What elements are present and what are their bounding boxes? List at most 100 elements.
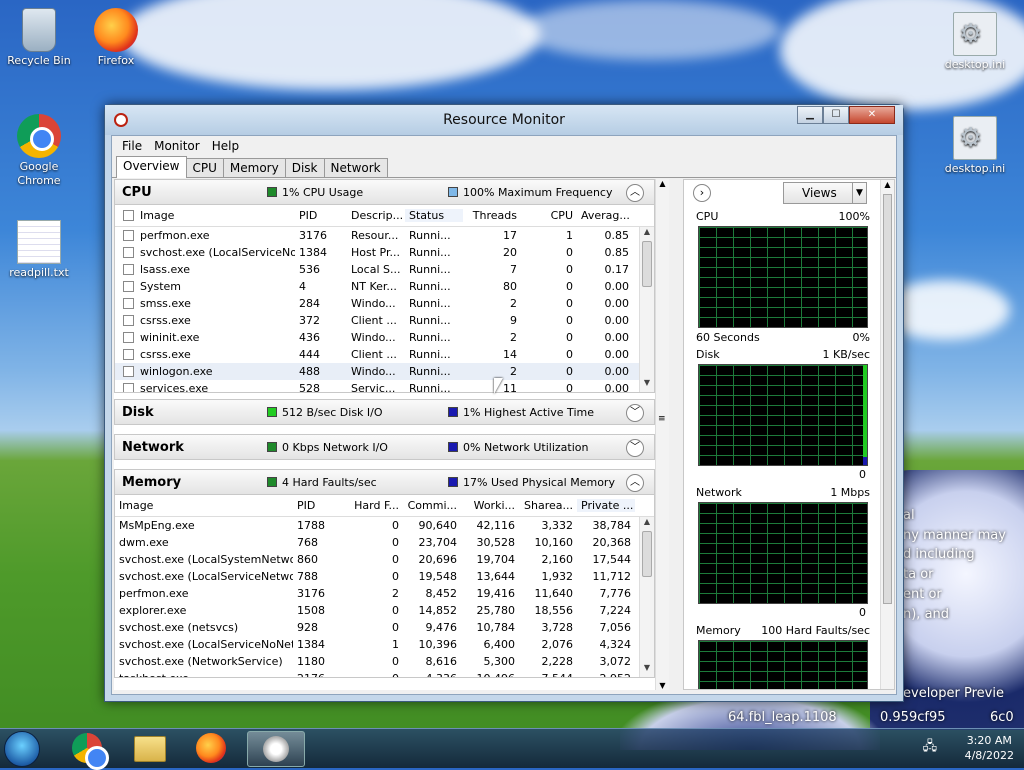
column-header-working[interactable]: Worki... [461,499,519,512]
menu-monitor[interactable]: Monitor [148,139,206,153]
table-cell: 3176 [299,229,327,242]
table-row[interactable]: perfmon.exe 3176 Resour... Runni... 17 1 0.85 [115,227,654,244]
expand-icon[interactable]: ﹀ [626,439,644,457]
graphs-scrollbar[interactable]: ▲ [880,180,894,689]
scroll-up-icon[interactable]: ▲ [656,179,669,188]
collapse-graphs-button[interactable]: › [693,184,711,202]
tab-cpu[interactable]: CPU [185,158,224,177]
row-checkbox[interactable] [123,247,134,258]
taskbar-firefox[interactable] [196,733,230,765]
table-row[interactable]: svchost.exe (LocalSystemNetwo... 860 0 20,6… [115,551,654,568]
scroll-down-icon[interactable]: ▼ [656,681,669,690]
desktop-icon-desktop-ini[interactable]: desktop.ini [937,12,1013,71]
desktop-icon-readpill[interactable]: readpill.txt [1,220,77,279]
row-checkbox[interactable] [123,332,134,343]
table-row[interactable]: svchost.exe (LocalServiceNetwo... 788 0 19,… [115,568,654,585]
row-checkbox[interactable] [123,281,134,292]
taskbar-chrome[interactable] [72,733,109,770]
column-header-average[interactable]: Averag... [577,209,633,222]
minimize-button[interactable]: ▁ [797,106,823,124]
table-row[interactable]: taskhost.exe217604,33610,4967,5442,952 [115,670,654,677]
table-row[interactable]: winlogon.exe 488 Windo... Runni... 2 0 0.00 [115,363,654,380]
scroll-down-icon[interactable]: ▼ [640,663,654,677]
tab-network[interactable]: Network [323,158,388,177]
tab-overview[interactable]: Overview [116,156,187,178]
select-all-checkbox[interactable] [123,210,134,221]
column-header-commit[interactable]: Commi... [403,499,461,512]
table-row[interactable]: lsass.exe 536 Local S... Runni... 7 0 0.17 [115,261,654,278]
menu-help[interactable]: Help [206,139,245,153]
table-row[interactable]: svchost.exe (netsvcs) 928 0 9,476 10,784 3,72… [115,619,654,636]
clock-time[interactable]: 3:20 AM [965,733,1014,748]
clock-date[interactable]: 4/8/2022 [965,748,1014,763]
row-checkbox[interactable] [123,230,134,241]
desktop-icon-recycle-bin[interactable]: Recycle Bin [1,8,77,67]
column-header-pid[interactable]: PID [293,499,347,512]
table-cell: 0 [392,604,399,617]
table-row[interactable]: MsMpEng.exe 1788 0 90,640 42,116 3,332 38,784 [115,517,654,534]
memory-table-scrollbar[interactable]: ▲ ▼ [639,517,654,677]
table-row[interactable]: svchost.exe (LocalServiceNo... 1384 Host P… [115,244,654,261]
table-row[interactable]: perfmon.exe 3176 2 8,452 19,416 11,640 7,776 [115,585,654,602]
column-header-shareable[interactable]: Sharea... [519,499,577,512]
table-row[interactable]: dwm.exe 768 0 23,704 30,528 10,160 20,368 [115,534,654,551]
title-bar[interactable]: Resource Monitor ▁ ☐ ✕ [105,105,903,135]
column-header-threads[interactable]: Threads [463,209,521,222]
row-checkbox[interactable] [123,264,134,275]
table-row[interactable]: csrss.exe 444 Client ... Runni... 14 0 0.00 [115,346,654,363]
column-header-hard-faults[interactable]: Hard F... [347,499,403,512]
desktop-icon-desktop-ini-2[interactable]: desktop.ini [937,116,1013,175]
row-checkbox[interactable] [123,315,134,326]
collapse-icon[interactable]: ︿ [626,184,644,202]
scroll-thumb[interactable] [642,531,652,577]
scroll-thumb[interactable] [642,241,652,287]
tab-disk[interactable]: Disk [284,158,325,177]
disk-section-header[interactable]: Disk 512 B/sec Disk I/O 1% Highest Activ… [114,399,655,425]
taskbar-resource-monitor[interactable] [247,731,305,767]
scroll-thumb[interactable] [883,194,892,604]
desktop-icon-google-chrome[interactable]: Google Chrome [1,114,77,188]
table-row[interactable]: svchost.exe (NetworkService) 1180 0 8,616 5,… [115,653,654,670]
network-section-header[interactable]: Network 0 Kbps Network I/O 0% Network Ut… [114,434,655,460]
network-icon[interactable]: 🖧 [923,739,938,754]
table-row[interactable]: csrss.exe 372 Client ... Runni... 9 0 0.00 [115,312,654,329]
column-header-cpu[interactable]: CPU [521,209,577,222]
column-header-pid[interactable]: PID [295,209,347,222]
graphs-viewport: CPU 100% 60 Seconds 0% Disk 1 KB/sec 0 N… [688,208,878,689]
table-row[interactable]: services.exe 528 Servic... Runni... 11 0 0.00 [115,380,654,392]
row-checkbox[interactable] [123,383,134,392]
table-row[interactable]: System 4 NT Ker... Runni... 80 0 0.00 [115,278,654,295]
column-header-image[interactable]: Image [115,499,293,512]
table-row[interactable]: wininit.exe 436 Windo... Runni... 2 0 0.00 [115,329,654,346]
start-button[interactable] [4,731,40,767]
scroll-up-icon[interactable]: ▲ [640,517,654,531]
column-header-status[interactable]: Status [405,209,463,222]
taskbar-explorer[interactable] [134,733,168,765]
row-checkbox[interactable] [123,366,134,377]
tab-memory[interactable]: Memory [222,158,286,177]
table-row[interactable]: svchost.exe (LocalServiceNoNet... 1384 1 10… [115,636,654,653]
memory-section-header[interactable]: Memory 4 Hard Faults/sec 17% Used Physic… [114,469,655,495]
desktop-icon-firefox[interactable]: Firefox [78,8,154,67]
cpu-table-scrollbar[interactable]: ▲ ▼ [639,227,654,392]
scroll-up-icon[interactable]: ▲ [881,180,894,189]
row-checkbox[interactable] [123,349,134,360]
table-row[interactable]: explorer.exe 1508 0 14,852 25,780 18,556 7,224 [115,602,654,619]
close-button[interactable]: ✕ [849,106,895,124]
menu-file[interactable]: File [116,139,148,153]
maximize-button[interactable]: ☐ [823,106,849,124]
scroll-down-icon[interactable]: ▼ [640,378,654,392]
cpu-section-header[interactable]: CPU 1% CPU Usage 100% Maximum Frequency … [114,179,655,205]
table-row[interactable]: smss.exe 284 Windo... Runni... 2 0 0.00 [115,295,654,312]
views-button[interactable]: Views ▼ [783,182,867,204]
column-header-image[interactable]: Image [115,209,295,222]
row-checkbox[interactable] [123,298,134,309]
expand-icon[interactable]: ﹀ [626,404,644,422]
scroll-grip[interactable]: ≡ [658,414,666,424]
collapse-icon[interactable]: ︿ [626,474,644,492]
left-pane-scrollbar[interactable]: ▲ ≡ ▼ [655,179,669,690]
column-header-description[interactable]: Descrip... [347,209,405,222]
column-header-private[interactable]: Private ... [577,499,635,512]
table-cell: Client ... [351,314,397,327]
scroll-up-icon[interactable]: ▲ [640,227,654,241]
